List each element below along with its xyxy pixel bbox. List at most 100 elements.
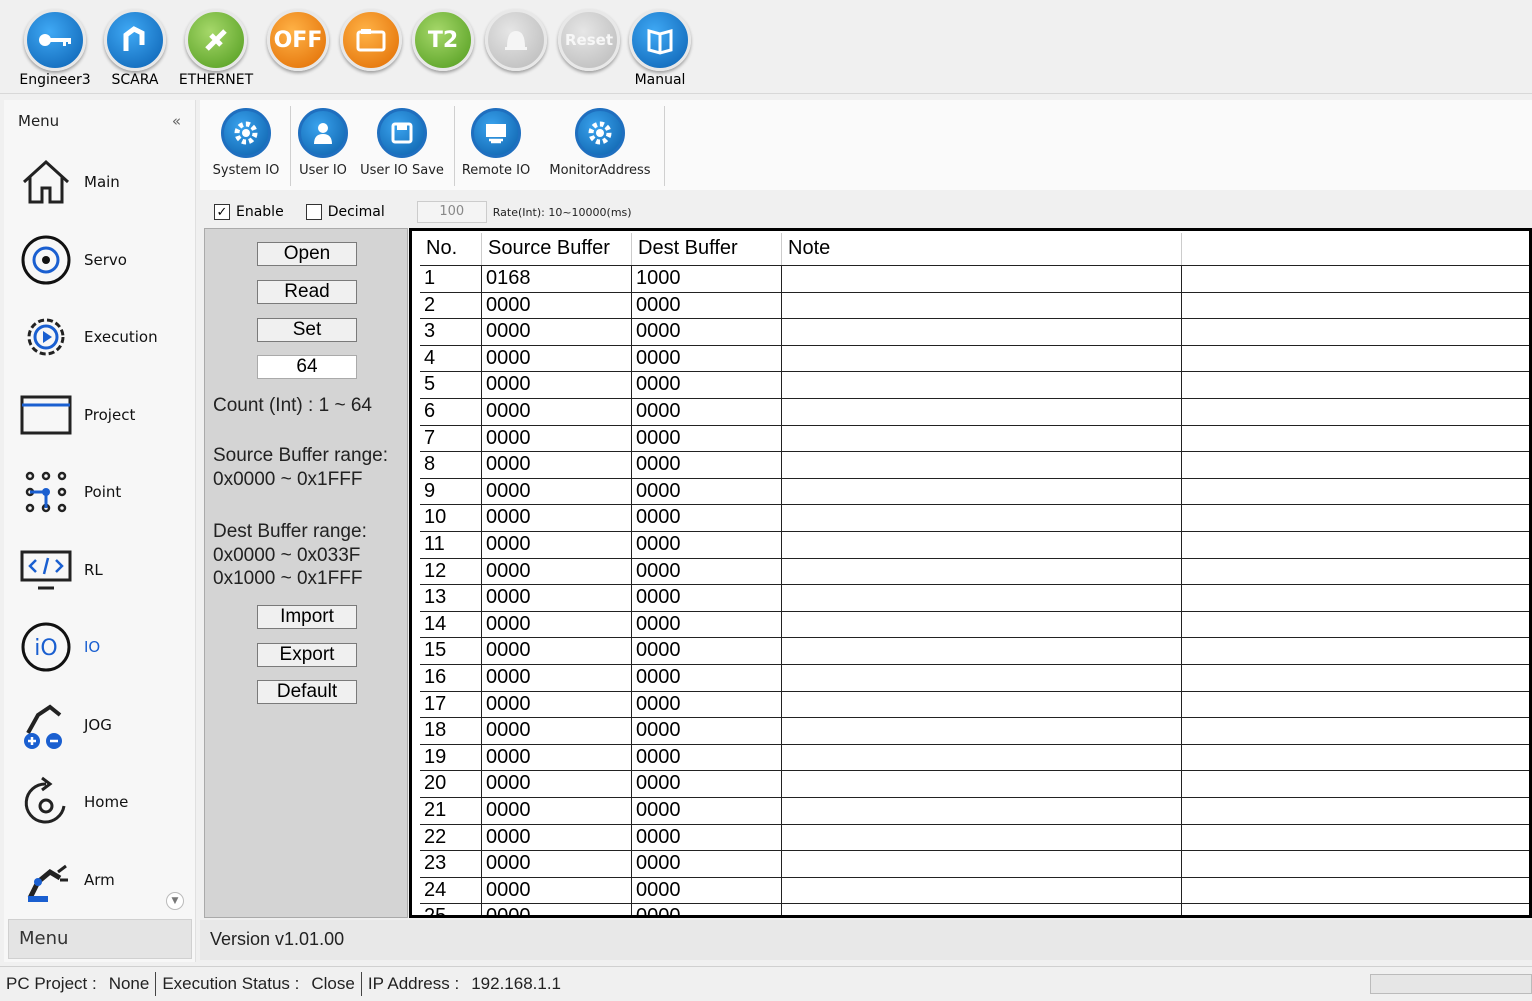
toolbar-button-7[interactable]: Reset: [549, 6, 629, 92]
set-button[interactable]: Set: [257, 318, 357, 342]
collapse-icon[interactable]: «: [172, 112, 181, 130]
sidebar-item-execution[interactable]: Execution: [4, 302, 194, 372]
table-row[interactable]: 20 0000 0000: [420, 770, 1529, 797]
toolbar-button-3[interactable]: OFF: [258, 6, 338, 92]
subtoolbar-button-user-io[interactable]: User IO: [292, 106, 354, 186]
sidebar-footer-menu[interactable]: Menu: [8, 919, 192, 959]
cell-dest-buffer[interactable]: 0000: [632, 425, 782, 452]
table-row[interactable]: 14 0000 0000: [420, 610, 1529, 638]
cell-note[interactable]: [782, 266, 1182, 292]
toolbar-button-0[interactable]: Engineer3: [15, 6, 95, 92]
toolbar-button-4[interactable]: [331, 6, 411, 92]
cell-note[interactable]: [782, 532, 1182, 558]
cell-note[interactable]: [782, 798, 1182, 824]
cell-dest-buffer[interactable]: 0000: [632, 585, 782, 611]
cell-source-buffer[interactable]: 0168: [482, 266, 632, 292]
sidebar-item-home[interactable]: Home: [4, 767, 194, 837]
cell-note[interactable]: [782, 558, 1182, 585]
table-row[interactable]: 9 0000 0000: [420, 477, 1529, 505]
cell-dest-buffer[interactable]: 0000: [632, 691, 782, 718]
cell-source-buffer[interactable]: 0000: [482, 345, 632, 372]
cell-note[interactable]: [782, 399, 1182, 425]
cell-dest-buffer[interactable]: 0000: [632, 798, 782, 824]
cell-dest-buffer[interactable]: 0000: [632, 771, 782, 797]
cell-source-buffer[interactable]: 0000: [482, 558, 632, 585]
cell-source-buffer[interactable]: 0000: [482, 718, 632, 744]
cell-source-buffer[interactable]: 0000: [482, 665, 632, 691]
toolbar-button-5[interactable]: T2: [403, 6, 483, 92]
sidebar-item-main[interactable]: Main: [4, 147, 194, 217]
sidebar-item-rl[interactable]: RL: [4, 535, 194, 605]
cell-source-buffer[interactable]: 0000: [482, 744, 632, 771]
export-button[interactable]: Export: [257, 643, 357, 667]
cell-dest-buffer[interactable]: 0000: [632, 824, 782, 851]
table-row[interactable]: 21 0000 0000: [420, 797, 1529, 824]
cell-source-buffer[interactable]: 0000: [482, 904, 632, 915]
cell-dest-buffer[interactable]: 0000: [632, 319, 782, 345]
cell-note[interactable]: [782, 478, 1182, 505]
scroll-down-icon[interactable]: ▼: [166, 892, 184, 910]
header-source-buffer[interactable]: Source Buffer: [482, 233, 632, 265]
cell-dest-buffer[interactable]: 0000: [632, 665, 782, 691]
table-row[interactable]: 12 0000 0000: [420, 557, 1529, 585]
cell-note[interactable]: [782, 292, 1182, 319]
table-row[interactable]: 17 0000 0000: [420, 690, 1529, 718]
sidebar-item-point[interactable]: Point: [4, 457, 194, 527]
cell-source-buffer[interactable]: 0000: [482, 851, 632, 877]
table-row[interactable]: 11 0000 0000: [420, 531, 1529, 558]
cell-dest-buffer[interactable]: 0000: [632, 718, 782, 744]
table-row[interactable]: 6 0000 0000: [420, 398, 1529, 425]
cell-source-buffer[interactable]: 0000: [482, 292, 632, 319]
cell-source-buffer[interactable]: 0000: [482, 798, 632, 824]
cell-source-buffer[interactable]: 0000: [482, 372, 632, 398]
table-row[interactable]: 13 0000 0000: [420, 584, 1529, 611]
cell-note[interactable]: [782, 851, 1182, 877]
cell-source-buffer[interactable]: 0000: [482, 691, 632, 718]
cell-dest-buffer[interactable]: 0000: [632, 505, 782, 531]
cell-note[interactable]: [782, 319, 1182, 345]
sidebar-item-arm[interactable]: Arm: [4, 845, 194, 915]
cell-source-buffer[interactable]: 0000: [482, 532, 632, 558]
cell-dest-buffer[interactable]: 0000: [632, 372, 782, 398]
cell-note[interactable]: [782, 665, 1182, 691]
cell-note[interactable]: [782, 638, 1182, 664]
subtoolbar-button-system-io[interactable]: System IO: [210, 106, 282, 186]
cell-note[interactable]: [782, 505, 1182, 531]
sidebar-item-servo[interactable]: Servo: [4, 225, 194, 295]
cell-dest-buffer[interactable]: 0000: [632, 292, 782, 319]
sidebar-item-io[interactable]: iO IO: [4, 612, 194, 682]
cell-source-buffer[interactable]: 0000: [482, 478, 632, 505]
cell-dest-buffer[interactable]: 0000: [632, 532, 782, 558]
cell-source-buffer[interactable]: 0000: [482, 319, 632, 345]
sidebar-item-project[interactable]: Project: [4, 380, 194, 450]
cell-note[interactable]: [782, 372, 1182, 398]
sidebar-item-jog[interactable]: JOG: [4, 690, 194, 760]
table-row[interactable]: 5 0000 0000: [420, 371, 1529, 398]
cell-note[interactable]: [782, 611, 1182, 638]
subtoolbar-button-remote-io[interactable]: Remote IO: [458, 106, 534, 186]
cell-dest-buffer[interactable]: 0000: [632, 877, 782, 904]
table-row[interactable]: 8 0000 0000: [420, 451, 1529, 478]
read-button[interactable]: Read: [257, 280, 357, 304]
table-row[interactable]: 10 0000 0000: [420, 504, 1529, 531]
subtoolbar-button-user-io-save[interactable]: User IO Save: [358, 106, 446, 186]
cell-source-buffer[interactable]: 0000: [482, 425, 632, 452]
cell-dest-buffer[interactable]: 0000: [632, 345, 782, 372]
cell-note[interactable]: [782, 425, 1182, 452]
table-row[interactable]: 18 0000 0000: [420, 717, 1529, 744]
cell-source-buffer[interactable]: 0000: [482, 399, 632, 425]
table-row[interactable]: 23 0000 0000: [420, 850, 1529, 877]
cell-dest-buffer[interactable]: 0000: [632, 851, 782, 877]
toolbar-button-6[interactable]: [476, 6, 556, 92]
cell-dest-buffer[interactable]: 0000: [632, 399, 782, 425]
cell-note[interactable]: [782, 452, 1182, 478]
cell-note[interactable]: [782, 691, 1182, 718]
cell-source-buffer[interactable]: 0000: [482, 824, 632, 851]
table-row[interactable]: 2 0000 0000: [420, 291, 1529, 319]
cell-source-buffer[interactable]: 0000: [482, 638, 632, 664]
table-row[interactable]: 24 0000 0000: [420, 876, 1529, 904]
table-row[interactable]: 16 0000 0000: [420, 664, 1529, 691]
header-no[interactable]: No.: [420, 233, 482, 265]
table-row[interactable]: 3 0000 0000: [420, 318, 1529, 345]
cell-note[interactable]: [782, 345, 1182, 372]
